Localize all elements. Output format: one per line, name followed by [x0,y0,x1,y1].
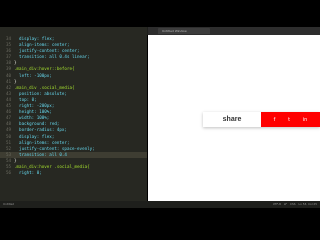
code-editor[interactable]: 34 display: flex; 35 align-items: center;… [0,27,147,208]
facebook-icon[interactable]: f [274,117,276,123]
main-div[interactable]: share f t in [203,112,320,127]
line-text: right: 0; [14,170,42,176]
browser-titlebar: Untitled Window [148,27,320,35]
code-area[interactable]: 34 display: flex; 35 align-items: center;… [0,36,147,176]
line-text: transition: all 0.4 [14,151,67,157]
line-text: left: -100px; [14,72,52,78]
twitter-icon[interactable]: t [288,117,290,123]
linkedin-icon[interactable]: in [303,117,308,123]
status-line-ending[interactable]: LF [284,201,287,208]
browser-tab[interactable]: Untitled Window [158,28,210,34]
line-text: transition: all 0.4s linear; [14,54,90,60]
code-line[interactable]: 56 right: 0; [0,170,147,176]
line-number: 56 [5,170,11,176]
status-encoding[interactable]: UTF-8 [273,201,281,208]
share-button[interactable]: share [203,112,261,127]
status-language[interactable]: CSS [290,201,296,208]
browser-window: Untitled Window share f t in [148,27,320,208]
social-media-bar: f t in [261,112,320,127]
status-cursor[interactable]: Ln 53, Col 25 [299,201,317,208]
status-bar: Untitled UTF-8 LF CSS Ln 53, Col 25 [0,201,320,208]
status-left: Untitled [3,202,15,206]
status-right: UTF-8 LF CSS Ln 53, Col 25 [273,201,317,208]
